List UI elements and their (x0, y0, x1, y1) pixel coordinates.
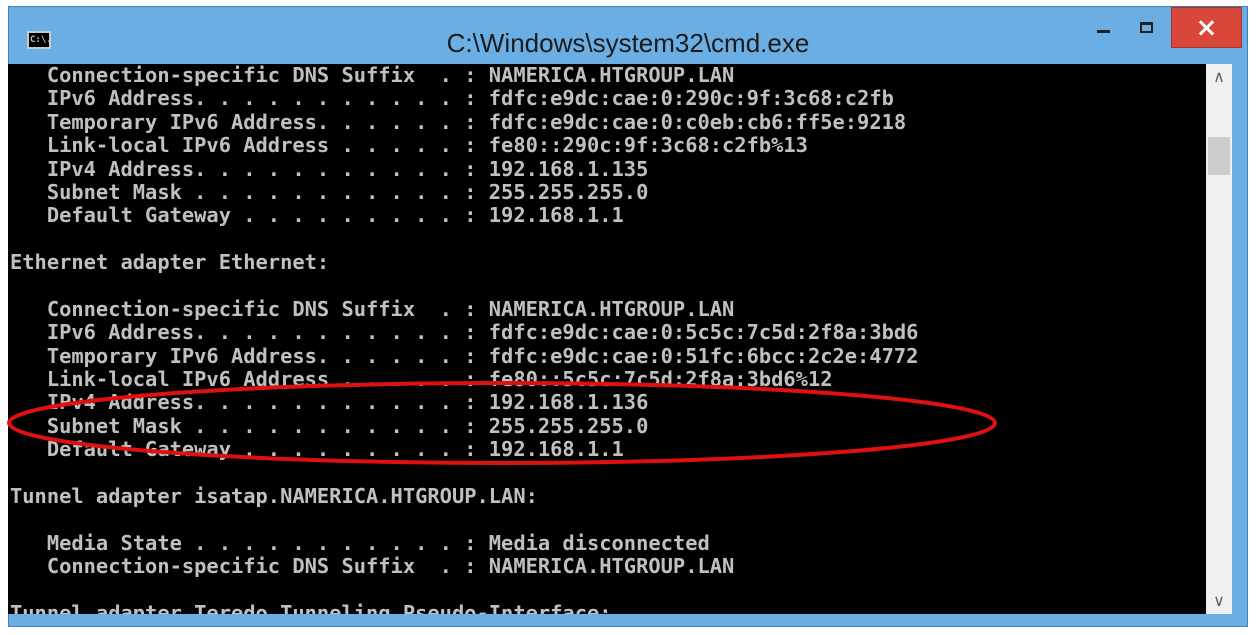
close-icon: × (1195, 12, 1218, 43)
console-line: Default Gateway . . . . . . . . . : 192.… (10, 203, 624, 228)
title-bar[interactable]: C:\. C:\Windows\system32\cmd.exe × (9, 7, 1247, 71)
console-line: Temporary IPv6 Address. . . . . . : fdfc… (10, 343, 919, 368)
close-button[interactable]: × (1171, 7, 1242, 48)
console-line: IPv6 Address. . . . . . . . . . . : fdfc… (10, 320, 919, 345)
maximize-button[interactable] (1126, 7, 1166, 47)
console-line: Connection-specific DNS Suffix . : NAMER… (10, 554, 735, 579)
window-title: C:\Windows\system32\cmd.exe (446, 28, 810, 58)
console-line: Link-local IPv6 Address . . . . . : fe80… (10, 133, 808, 158)
console-lines: Connection-specific DNS Suffix . : NAMER… (8, 64, 918, 614)
console-output[interactable]: Connection-specific DNS Suffix . : NAMER… (8, 64, 1206, 614)
minimize-button[interactable] (1083, 7, 1123, 47)
console-line: Default Gateway . . . . . . . . . : 192.… (10, 437, 624, 462)
console-line: Connection-specific DNS Suffix . : NAMER… (10, 64, 735, 87)
console-line: Ethernet adapter Ethernet: (10, 250, 330, 275)
console-line: Subnet Mask . . . . . . . . . . . : 255.… (10, 413, 649, 438)
console-line: Media State . . . . . . . . . . . : Medi… (10, 530, 710, 555)
console-line: Tunnel adapter Teredo Tunneling Pseudo-I… (10, 600, 612, 614)
console-line: IPv4 Address. . . . . . . . . . . : 192.… (10, 390, 649, 415)
scroll-thumb[interactable] (1208, 137, 1230, 175)
minimize-icon (1096, 29, 1110, 33)
chevron-up-icon[interactable]: ∧ (1206, 64, 1232, 90)
maximize-icon (1139, 21, 1153, 33)
vertical-scrollbar[interactable]: ∧ ∨ (1206, 64, 1232, 614)
console-line: Temporary IPv6 Address. . . . . . : fdfc… (10, 109, 907, 134)
console-line: IPv4 Address. . . . . . . . . . . : 192.… (10, 156, 649, 181)
console-line: IPv6 Address. . . . . . . . . . . : fdfc… (10, 86, 894, 111)
chevron-down-icon[interactable]: ∨ (1206, 588, 1232, 614)
console-line: Subnet Mask . . . . . . . . . . . : 255.… (10, 179, 649, 204)
console-line: Link-local IPv6 Address . . . . . : fe80… (10, 367, 833, 392)
console-line: Tunnel adapter isatap.NAMERICA.HTGROUP.L… (10, 484, 538, 509)
console-line: Connection-specific DNS Suffix . : NAMER… (10, 296, 735, 321)
